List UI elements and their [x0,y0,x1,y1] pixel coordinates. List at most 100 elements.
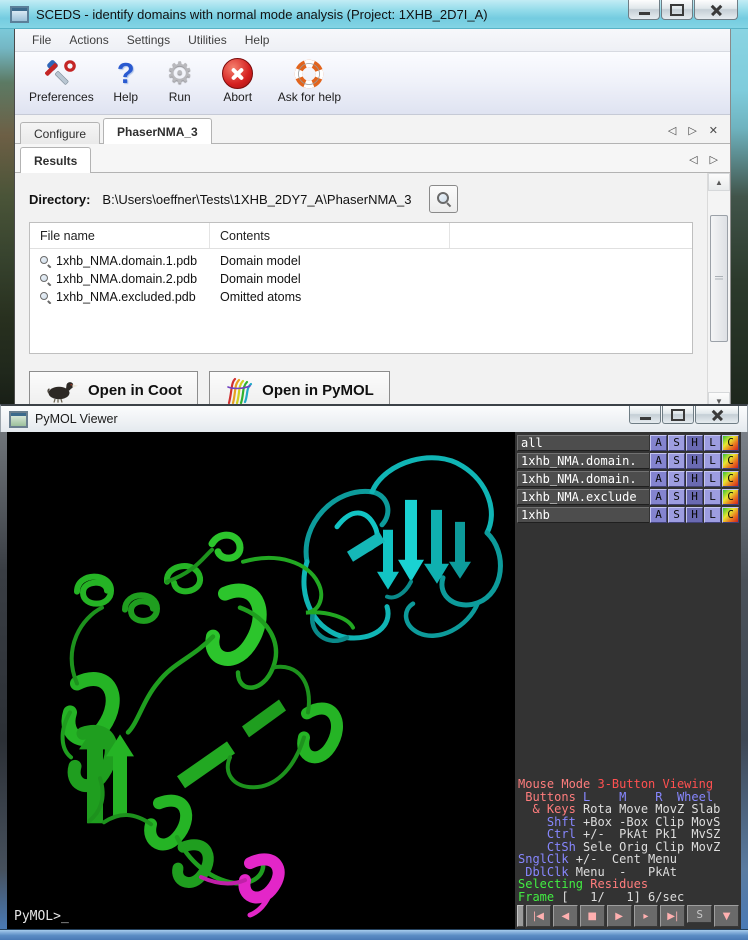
playback-divider [517,905,524,927]
close-icon [711,409,724,420]
object-name[interactable]: 1xhb_NMA.exclude [517,489,649,505]
object-button-a[interactable]: A [650,489,667,505]
object-button-l[interactable]: L [704,471,721,487]
window-border-left [0,29,14,410]
object-button-s[interactable]: S [668,435,685,451]
question-glyph: ? [117,59,135,89]
pymol-viewport[interactable]: PyMOL>_ [7,432,515,929]
object-row: 1xhbASHLC [517,507,739,523]
close-button[interactable] [694,0,738,20]
playback-stop-button[interactable]: ■ [580,905,605,927]
playback-skip-end-button[interactable]: ▶| [660,905,685,927]
object-button-s[interactable]: S [668,507,685,523]
playback-skip-start-button[interactable]: |◀ [526,905,551,927]
object-button-a[interactable]: A [650,507,667,523]
object-button-h[interactable]: H [686,453,703,469]
vertical-scrollbar[interactable]: ▲ ▼ [707,173,730,410]
object-button-c[interactable]: C [722,453,739,469]
playback-step-forward-button[interactable]: ▸ [634,905,659,927]
table-row[interactable]: 1xhb_NMA.domain.1.pdbDomain model [30,252,692,270]
toolbar-label: Abort [223,90,252,104]
inner-tab-scroll-right-icon[interactable]: ▷ [710,153,718,166]
menu-item-settings[interactable]: Settings [118,30,179,50]
toolbar-run[interactable]: ⚙ Run [150,56,210,105]
object-name[interactable]: all [517,435,649,451]
pymol-command-prompt[interactable]: PyMOL>_ [14,909,69,924]
mouse-mode-panel: Mouse Mode 3-Button Viewing Buttons L M … [515,778,741,903]
file-name-text: 1xhb_NMA.domain.2.pdb [56,272,197,286]
object-button-l[interactable]: L [704,453,721,469]
object-button-h[interactable]: H [686,507,703,523]
scroll-up-icon[interactable]: ▲ [708,173,730,191]
object-button-h[interactable]: H [686,435,703,451]
object-button-h[interactable]: H [686,471,703,487]
object-button-l[interactable]: L [704,435,721,451]
minimize-button[interactable] [628,0,660,20]
object-button-l[interactable]: L [704,489,721,505]
menu-item-file[interactable]: File [23,30,60,50]
column-header-contents[interactable]: Contents [210,223,450,248]
object-button-s[interactable]: S [668,453,685,469]
object-name[interactable]: 1xhb_NMA.domain. [517,471,649,487]
pymol-side-panel: allASHLC1xhb_NMA.domain.ASHLC1xhb_NMA.do… [515,432,741,929]
tab-phasernma_3[interactable]: PhaserNMA_3 [103,118,212,144]
pymol-window-title: PyMOL Viewer [35,412,118,426]
object-row: allASHLC [517,435,739,451]
playback-play-button[interactable]: ▶ [607,905,632,927]
object-button-l[interactable]: L [704,507,721,523]
sceds-titlebar[interactable]: SCEDS - identify domains with normal mod… [0,0,748,29]
pymol-window-controls [629,406,739,424]
object-name[interactable]: 1xhb [517,507,649,523]
toolbar-ask-for-help[interactable]: Ask for help [266,56,353,105]
protein-structure-magenta [201,859,279,915]
browse-directory-button[interactable] [429,185,458,213]
pymol-close-button[interactable] [695,406,739,424]
pymol-maximize-button[interactable] [662,406,694,424]
directory-path: B:\Users\oeffner\Tests\1XHB_2DY7_A\Phase… [102,192,411,207]
toolbar-preferences[interactable]: Preferences [21,56,102,105]
pymol-titlebar[interactable]: PyMOL Viewer [0,404,748,432]
tab-scroll-left-icon[interactable]: ◁ [668,124,676,137]
sceds-app-icon [10,6,29,23]
playback-s-toggle-button[interactable]: S [687,905,712,923]
gear-icon: ⚙ [164,57,196,90]
magnifier-icon [437,192,451,206]
playback-menu-down-button[interactable]: ▼ [714,905,739,927]
column-header-file-name[interactable]: File name [30,223,210,248]
object-button-a[interactable]: A [650,471,667,487]
scrollbar-track[interactable] [708,191,730,392]
sceds-body: FileActionsSettingsUtilitiesHelp Prefere… [0,29,748,410]
menu-item-actions[interactable]: Actions [60,30,117,50]
tab-close-icon[interactable]: ✕ [709,124,718,137]
coot-bird-icon [45,379,79,403]
object-button-c[interactable]: C [722,507,739,523]
toolbar-label: Ask for help [278,90,341,104]
object-button-c[interactable]: C [722,471,739,487]
object-button-a[interactable]: A [650,453,667,469]
menu-item-utilities[interactable]: Utilities [179,30,236,50]
object-button-s[interactable]: S [668,471,685,487]
object-name[interactable]: 1xhb_NMA.domain. [517,453,649,469]
toolbar-abort[interactable]: Abort [210,56,266,105]
tab-configure[interactable]: Configure [20,122,100,144]
window-border-right [731,29,748,410]
scrollbar-thumb[interactable] [710,215,728,342]
maximize-button[interactable] [661,0,693,20]
table-row[interactable]: 1xhb_NMA.excluded.pdbOmitted atoms [30,288,692,306]
object-button-c[interactable]: C [722,435,739,451]
object-button-c[interactable]: C [722,489,739,505]
object-button-s[interactable]: S [668,489,685,505]
menu-item-help[interactable]: Help [236,30,279,50]
tab-results[interactable]: Results [20,147,91,173]
pymol-minimize-button[interactable] [629,406,661,424]
magnifier-icon [40,256,51,267]
pymol-ribbon-icon [225,377,253,405]
playback-step-back-button[interactable]: ◀ [553,905,578,927]
tab-scroll-right-icon[interactable]: ▷ [688,124,696,137]
toolbar-help[interactable]: ? Help [102,56,150,105]
object-button-h[interactable]: H [686,489,703,505]
table-row[interactable]: 1xhb_NMA.domain.2.pdbDomain model [30,270,692,288]
object-button-a[interactable]: A [650,435,667,451]
inner-tab-scroll-left-icon[interactable]: ◁ [689,153,697,166]
pymol-app-icon [9,411,28,428]
